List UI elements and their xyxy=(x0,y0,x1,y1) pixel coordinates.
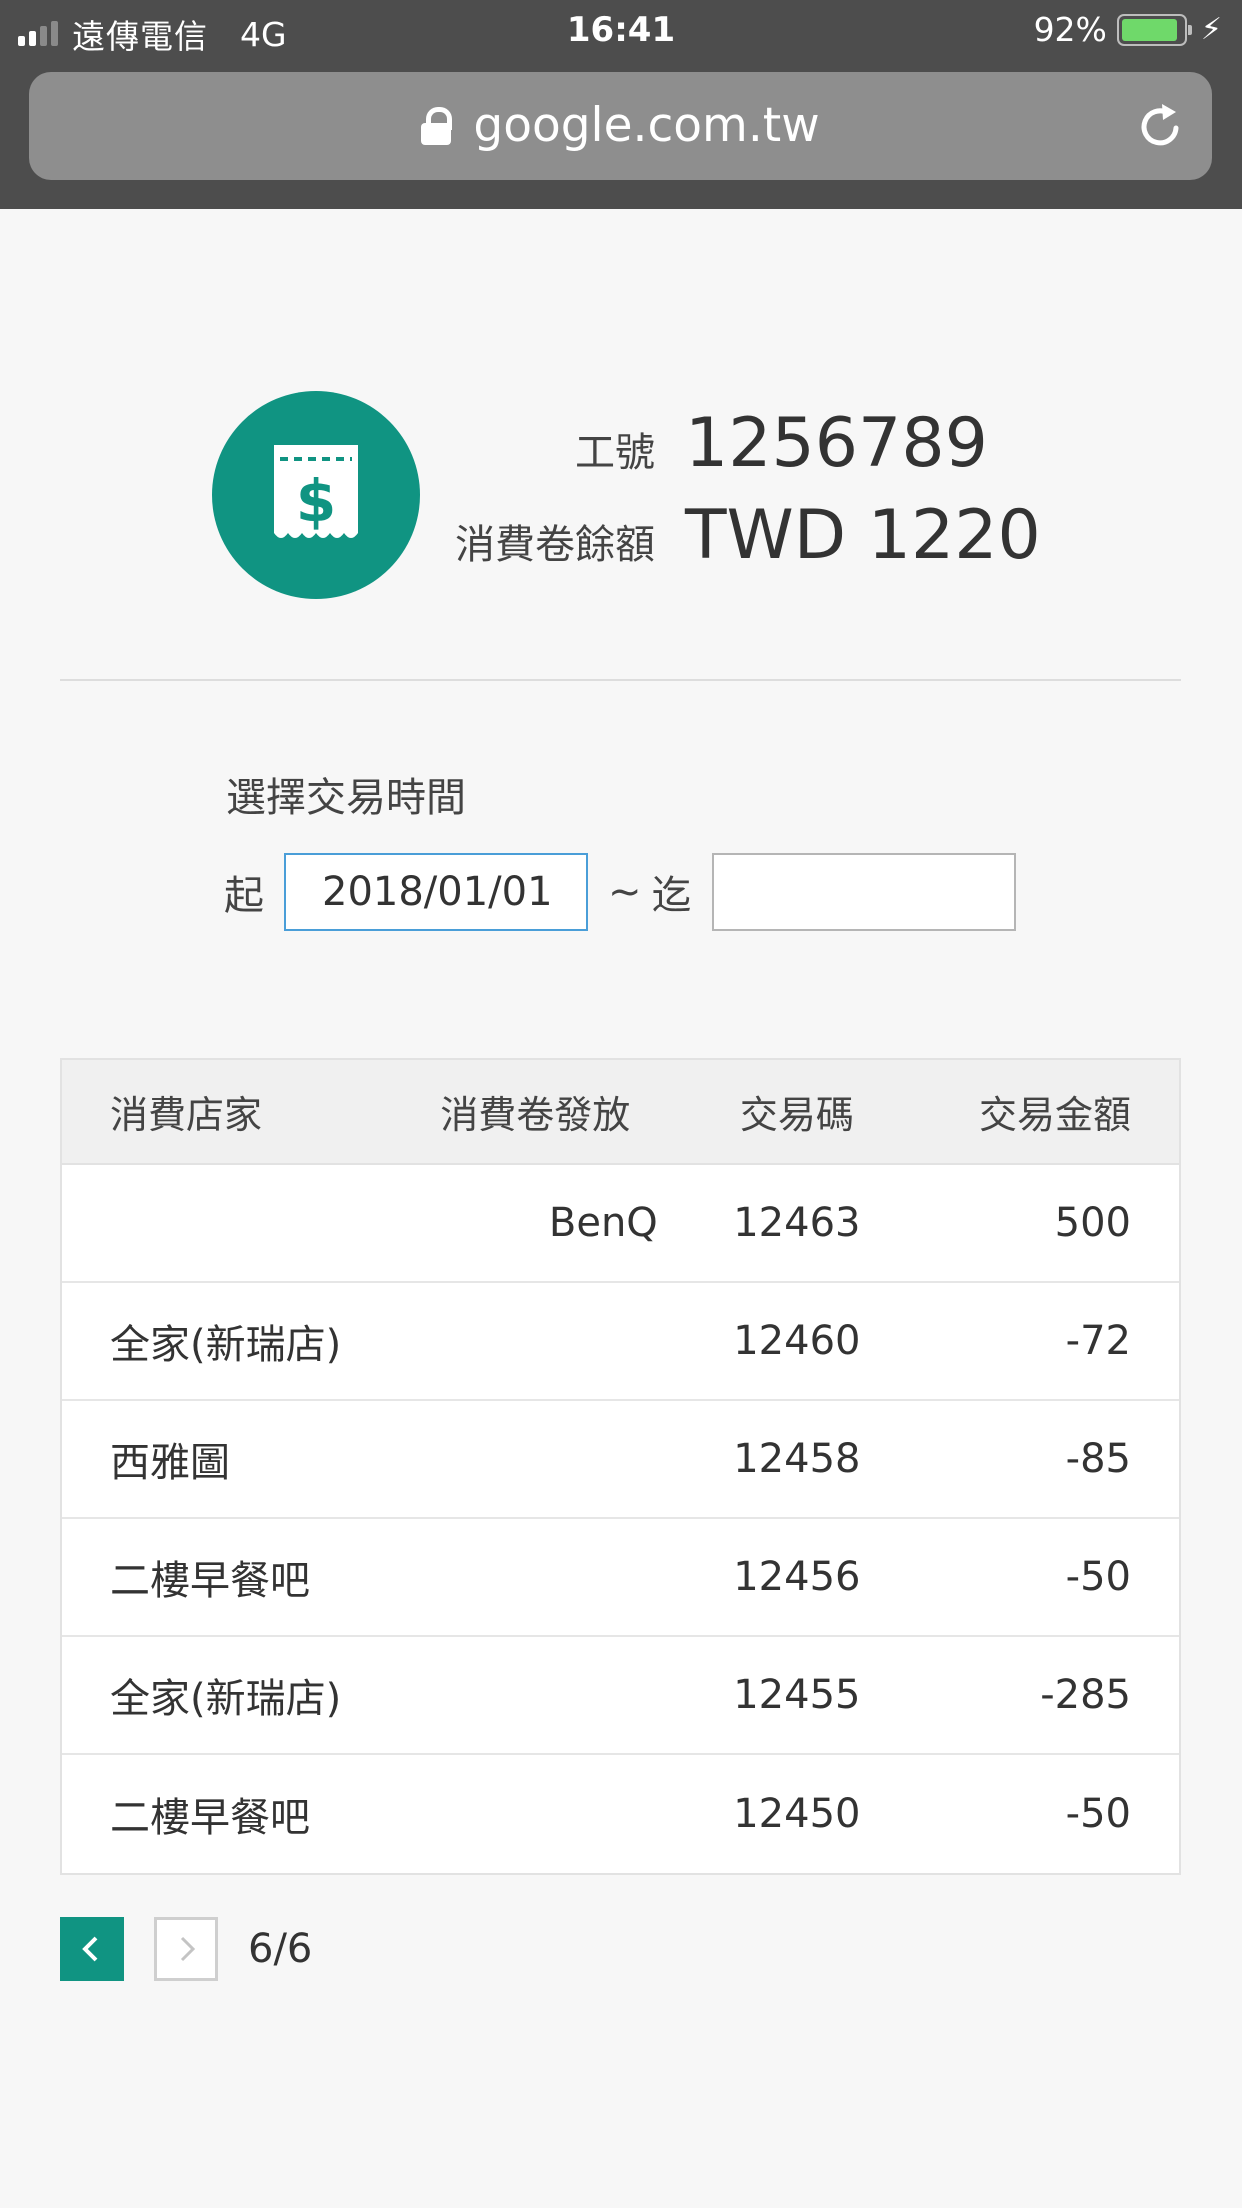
range-separator: ~ xyxy=(608,869,642,915)
table-row[interactable]: BenQ 12463 500 xyxy=(62,1165,1179,1283)
header-amount: 交易金額 xyxy=(978,1093,1131,1137)
battery-fill xyxy=(1121,18,1178,41)
charging-bolt-icon: ⚡ xyxy=(1200,12,1222,47)
cell-amount: -85 xyxy=(1065,1436,1131,1482)
page-indicator: 6/6 xyxy=(248,1926,313,1972)
table-row[interactable]: 全家(新瑞店) 12460 -72 xyxy=(62,1283,1179,1401)
battery-percent: 92% xyxy=(1033,10,1107,49)
status-right: 92% ⚡ xyxy=(1034,10,1222,49)
cell-issuer: BenQ xyxy=(548,1200,658,1246)
from-label: 起 xyxy=(224,873,264,919)
table-row[interactable]: 全家(新瑞店) 12455 -285 xyxy=(62,1637,1179,1755)
to-date-input[interactable] xyxy=(711,853,1016,931)
cell-store: 二樓早餐吧 xyxy=(110,1795,310,1841)
cell-code: 12463 xyxy=(733,1200,861,1246)
cell-amount: -285 xyxy=(1040,1672,1131,1718)
filter-title: 選擇交易時間 xyxy=(226,775,466,821)
cell-amount: -50 xyxy=(1065,1554,1131,1600)
cell-store: 西雅圖 xyxy=(110,1440,230,1486)
divider xyxy=(60,679,1181,681)
table-header: 消費店家 消費卷發放 交易碼 交易金額 xyxy=(62,1060,1179,1165)
balance-value: TWD 1220 xyxy=(685,496,1041,575)
header-issuer: 消費卷發放 xyxy=(440,1093,631,1137)
header-store: 消費店家 xyxy=(110,1093,263,1137)
date-filter: 起 ~ 迄 xyxy=(224,853,1016,931)
transactions-table: 消費店家 消費卷發放 交易碼 交易金額 BenQ 12463 500 全家(新瑞… xyxy=(60,1058,1181,1875)
cell-store: 全家(新瑞店) xyxy=(110,1322,342,1368)
address-bar[interactable]: google.com.tw xyxy=(29,72,1212,180)
cell-code: 12456 xyxy=(733,1554,861,1600)
balance-row: 消費卷餘額 TWD 1220 xyxy=(415,496,1041,575)
to-label: 迄 xyxy=(651,873,692,919)
cell-amount: 500 xyxy=(1054,1200,1131,1246)
url-text: google.com.tw xyxy=(473,98,820,153)
cell-code: 12458 xyxy=(733,1436,861,1482)
receipt-dollar-icon: $ xyxy=(212,391,420,599)
balance-label: 消費卷餘額 xyxy=(455,522,655,568)
employee-id-row: 工號 1256789 xyxy=(415,404,988,483)
table-row[interactable]: 西雅圖 12458 -85 xyxy=(62,1401,1179,1519)
browser-chrome: 遠傳電信 4G 16:41 92% ⚡ google.com.tw xyxy=(0,0,1242,209)
from-date-input[interactable] xyxy=(284,853,588,931)
next-page-button[interactable] xyxy=(154,1917,218,1981)
employee-id-value: 1256789 xyxy=(685,404,988,483)
reload-icon[interactable] xyxy=(1132,98,1188,154)
url-display: google.com.tw xyxy=(29,98,1212,153)
cell-code: 12450 xyxy=(733,1791,861,1837)
cell-code: 12460 xyxy=(733,1318,861,1364)
cell-code: 12455 xyxy=(733,1672,861,1718)
employee-id-label: 工號 xyxy=(575,430,655,476)
prev-page-button[interactable] xyxy=(60,1917,124,1981)
cell-store: 全家(新瑞店) xyxy=(110,1676,342,1722)
cell-amount: -72 xyxy=(1065,1318,1131,1364)
chevron-right-icon xyxy=(180,1936,196,1962)
svg-text:$: $ xyxy=(296,467,336,535)
status-bar: 遠傳電信 4G 16:41 92% ⚡ xyxy=(0,0,1242,62)
header-code: 交易碼 xyxy=(739,1093,854,1137)
battery-icon xyxy=(1116,13,1192,46)
chevron-left-icon xyxy=(82,1936,98,1962)
table-row[interactable]: 二樓早餐吧 12450 -50 xyxy=(62,1755,1179,1873)
table-row[interactable]: 二樓早餐吧 12456 -50 xyxy=(62,1519,1179,1637)
cell-amount: -50 xyxy=(1065,1791,1131,1837)
lock-icon xyxy=(421,107,453,145)
pagination: 6/6 xyxy=(60,1917,312,1981)
cell-store: 二樓早餐吧 xyxy=(110,1558,310,1604)
